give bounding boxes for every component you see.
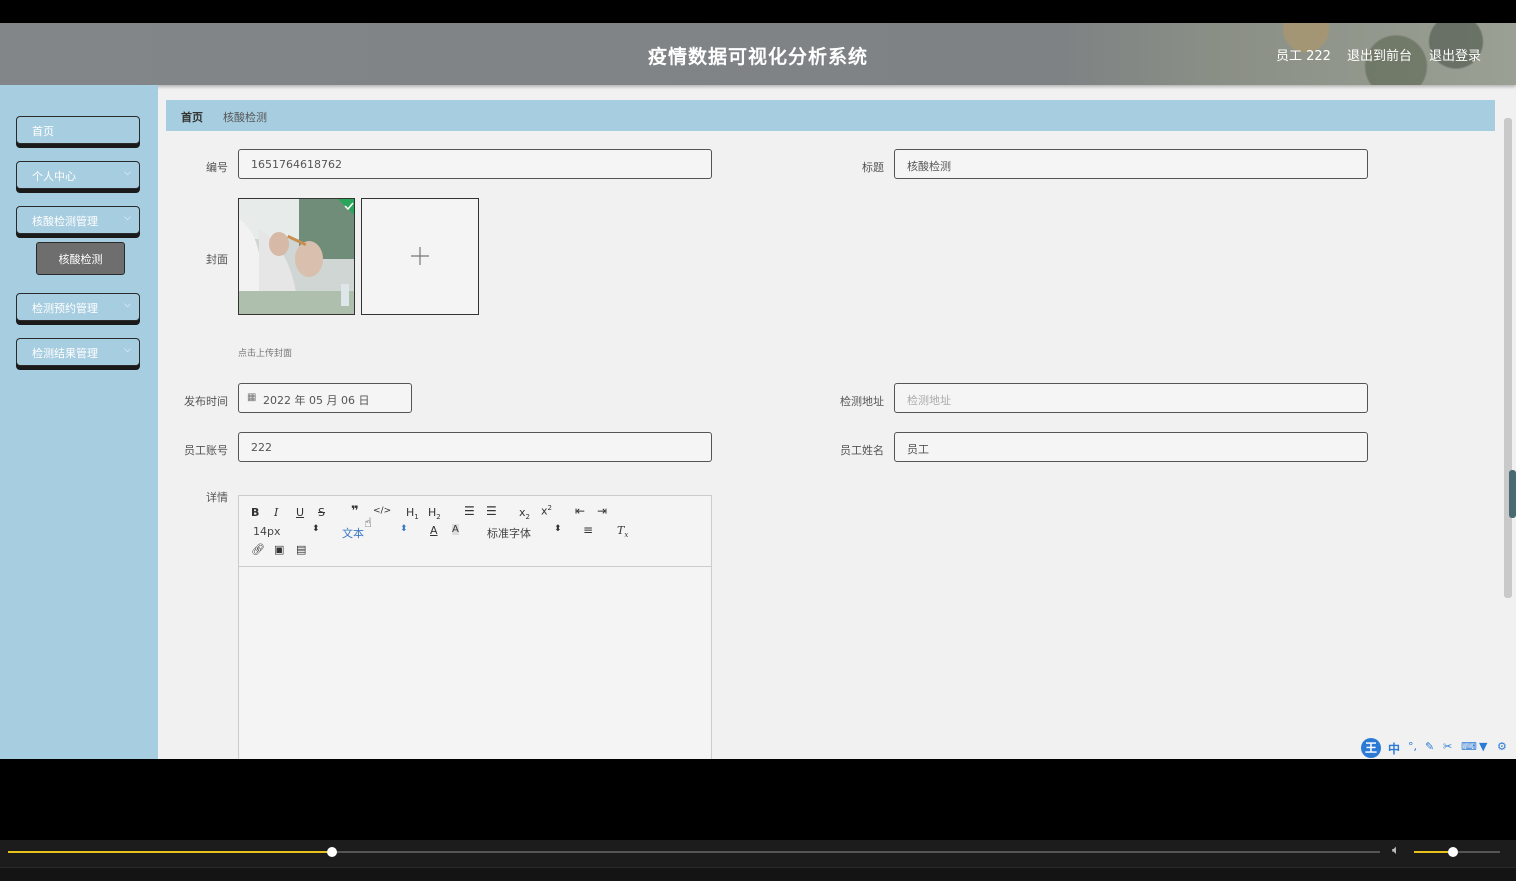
chevron-down-icon: ⌵ [124, 168, 131, 178]
address-field[interactable]: 检测地址 [894, 383, 1368, 413]
volume-handle[interactable] [1447, 847, 1458, 857]
number-field[interactable]: 1651764618762 [238, 149, 712, 179]
chevron-updown-icon: ⬍ [312, 524, 320, 534]
ime-logo-icon[interactable]: 王 [1361, 738, 1381, 758]
sidebar-item-label: 首页 [32, 125, 54, 138]
sidebar-item-personal-center[interactable]: 个人中心 ⌵ [16, 161, 140, 189]
sidebar-item-nucleic-test-mgmt[interactable]: 核酸检测管理 ⌵ [16, 206, 140, 234]
cover-photo [239, 199, 354, 314]
font-color-icon[interactable]: A [430, 524, 438, 537]
app-window: 疫情数据可视化分析系统 员工 222 退出到前台 退出登录 首页 个人中心 ⌵ … [0, 23, 1516, 759]
title-field[interactable]: 核酸检测 [894, 149, 1368, 179]
publish-time-field[interactable]: ▦ 2022 年 05 月 06 日 [238, 383, 412, 413]
italic-icon[interactable]: I [274, 506, 278, 519]
code-icon[interactable]: </> [373, 506, 391, 516]
upload-cover-button[interactable] [361, 198, 479, 315]
calendar-icon: ▦ [247, 392, 257, 403]
editor-toolbar: B I U S ❞ </> H1 H2 ☰ ☰ x2 x2 ⇤ ⇥ 14px ⬍… [239, 496, 711, 567]
current-user: 员工 222 [1276, 49, 1331, 64]
font-size-select[interactable]: 14px [253, 525, 281, 538]
exit-to-front-link[interactable]: 退出到前台 [1347, 45, 1412, 64]
bottom-strip [0, 867, 1516, 881]
address-label: 检测地址 [840, 395, 884, 408]
cover-label: 封面 [206, 253, 228, 266]
volume-icon[interactable]: 🔈︎ [1392, 843, 1400, 858]
ime-lang[interactable]: 中 [1388, 740, 1400, 757]
sidebar-subitem-nucleic-test[interactable]: 核酸检测 [36, 242, 125, 275]
chevron-down-icon: ⌵ [124, 213, 131, 223]
pen-icon[interactable]: ✎ [1425, 740, 1434, 753]
video-player-controls: 🔈︎ [0, 840, 1516, 881]
name-label: 员工姓名 [840, 444, 884, 457]
chevron-updown-icon: ⬍ [554, 524, 562, 534]
rich-text-editor: B I U S ❞ </> H1 H2 ☰ ☰ x2 x2 ⇤ ⇥ 14px ⬍… [238, 495, 712, 759]
editor-content-area[interactable] [239, 567, 711, 759]
sidebar-item-label: 检测结果管理 [32, 347, 98, 360]
indent-icon[interactable]: ⇥ [597, 504, 607, 518]
subscript-icon[interactable]: x2 [519, 506, 530, 521]
chevron-updown-icon: ⬍ [400, 524, 408, 534]
h2-icon[interactable]: H2 [428, 506, 441, 521]
sidebar-item-home[interactable]: 首页 [16, 116, 140, 144]
number-label: 编号 [206, 161, 228, 174]
sidebar-item-result-mgmt[interactable]: 检测结果管理 ⌵ [16, 338, 140, 366]
plus-icon [411, 247, 429, 265]
keyboard-icon[interactable]: ⌨ [1461, 740, 1477, 753]
skin-icon[interactable]: ▼ [1479, 740, 1487, 753]
superscript-icon[interactable]: x2 [541, 504, 552, 518]
text-style-select[interactable]: 文本 [342, 525, 364, 541]
underline-icon[interactable]: U [296, 506, 304, 519]
bold-icon[interactable]: B [251, 506, 259, 519]
chevron-down-icon: ⌵ [124, 300, 131, 310]
bullet-list-icon[interactable]: ☰ [486, 504, 497, 518]
sidebar-item-label: 检测预约管理 [32, 302, 98, 315]
sidebar-item-label: 核酸检测管理 [32, 215, 98, 228]
cover-image[interactable] [238, 198, 355, 315]
account-label: 员工账号 [184, 444, 228, 457]
name-field[interactable]: 员工 [894, 432, 1368, 462]
h1-icon[interactable]: H1 [406, 506, 419, 521]
top-header: 疫情数据可视化分析系统 员工 222 退出到前台 退出登录 [0, 23, 1516, 85]
seek-progress [8, 851, 332, 853]
punctuation-icon[interactable]: °, [1408, 740, 1417, 753]
ordered-list-icon[interactable]: ☰ [464, 504, 475, 518]
side-handle[interactable] [1509, 470, 1516, 518]
breadcrumb-home[interactable]: 首页 [181, 109, 203, 125]
breadcrumb: 首页 核酸检测 [166, 100, 1495, 131]
page-scrollbar[interactable] [1504, 118, 1512, 598]
blockquote-icon[interactable]: ❞ [351, 504, 359, 519]
settings-gear-icon[interactable]: ⚙ [1497, 740, 1507, 753]
logout-link[interactable]: 退出登录 [1429, 45, 1481, 64]
cursor-hand-icon: ☝ [364, 516, 372, 531]
link-icon[interactable]: 🔗︎ [251, 543, 265, 556]
volume-level [1414, 851, 1453, 853]
video-icon[interactable]: ▤ [296, 543, 306, 556]
ime-toolbar: 王 中 °, ✎ ✂ ⌨ ▼ ⚙ [1360, 737, 1514, 759]
font-family-select[interactable]: 标准字体 [487, 525, 531, 541]
account-field[interactable]: 222 [238, 432, 712, 462]
sidebar-item-appointment-mgmt[interactable]: 检测预约管理 ⌵ [16, 293, 140, 321]
title-label: 标题 [862, 161, 884, 174]
detail-label: 详情 [206, 491, 228, 504]
scissors-icon[interactable]: ✂ [1443, 740, 1452, 753]
sidebar-item-label: 个人中心 [32, 170, 76, 183]
background-color-icon[interactable]: A [452, 524, 459, 535]
outdent-icon[interactable]: ⇤ [575, 504, 585, 518]
align-icon[interactable]: ≡ [583, 523, 593, 537]
clear-format-icon[interactable]: Tx [617, 524, 628, 539]
strike-icon[interactable]: S [318, 506, 325, 519]
sidebar: 首页 个人中心 ⌵ 核酸检测管理 ⌵ 核酸检测 检测预约管理 ⌵ 检测结果管理 … [0, 85, 158, 759]
chevron-down-icon: ⌵ [124, 345, 131, 355]
breadcrumb-current: 核酸检测 [223, 111, 267, 124]
image-icon[interactable]: ▣ [274, 543, 284, 556]
cover-hint: 点击上传封面 [238, 349, 293, 359]
publish-time-value: 2022 年 05 月 06 日 [263, 394, 370, 407]
publish-time-label: 发布时间 [184, 395, 228, 408]
seek-handle[interactable] [326, 847, 337, 857]
